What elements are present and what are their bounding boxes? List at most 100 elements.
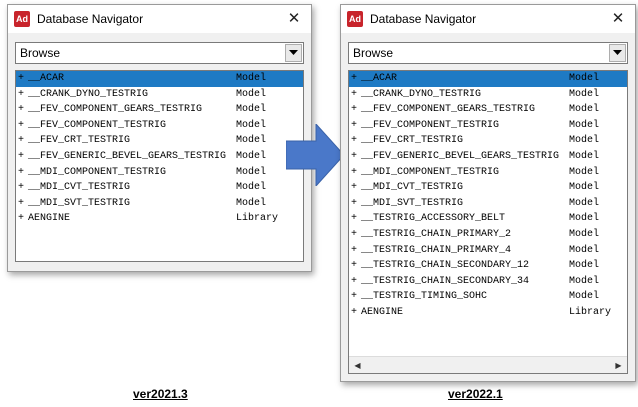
item-name: __ACAR: [28, 73, 65, 84]
list-item[interactable]: + __TESTRIG_TIMING_SOHC Model: [349, 289, 627, 305]
database-list[interactable]: + __ACAR Model + __CRANK_DYNO_TESTRIG Model + _…: [15, 70, 304, 262]
list-item[interactable]: + __CRANK_DYNO_TESTRIG Model: [349, 87, 627, 103]
item-name: AENGINE: [361, 306, 404, 318]
item-type: Model: [569, 166, 600, 178]
item-name: __MDI_SVT_TESTRIG: [361, 197, 464, 209]
list-item[interactable]: + __ACAR Model: [349, 71, 627, 87]
expand-toggle[interactable]: +: [16, 196, 28, 212]
list-item[interactable]: + __TESTRIG_CHAIN_SECONDARY_12 Model: [349, 258, 627, 274]
list-item[interactable]: + AENGINE Library: [16, 211, 303, 227]
item-type: Model: [569, 291, 600, 303]
expand-toggle[interactable]: +: [349, 258, 361, 274]
item-name: __TESTRIG_ACCESSORY_BELT: [361, 213, 506, 225]
list-item[interactable]: + __MDI_SVT_TESTRIG Model: [16, 196, 303, 212]
item-type: Library: [236, 213, 279, 225]
item-name: __ACAR: [361, 73, 398, 84]
expand-toggle[interactable]: +: [349, 71, 361, 87]
list-item[interactable]: + __FEV_COMPONENT_GEARS_TESTRIG Model: [16, 102, 303, 118]
expand-toggle[interactable]: +: [349, 305, 361, 321]
expand-toggle[interactable]: +: [349, 211, 361, 227]
list-item[interactable]: + __FEV_COMPONENT_TESTRIG Model: [16, 118, 303, 134]
title-bar[interactable]: Ad Database Navigator ✕: [8, 5, 311, 33]
chevron-down-icon[interactable]: [609, 44, 626, 62]
scroll-track[interactable]: [366, 357, 610, 374]
item-name: __MDI_SVT_TESTRIG: [28, 197, 131, 209]
expand-toggle[interactable]: +: [349, 289, 361, 305]
item-name: __CRANK_DYNO_TESTRIG: [361, 88, 482, 100]
list-item[interactable]: + __MDI_COMPONENT_TESTRIG Model: [16, 165, 303, 181]
item-name: __TESTRIG_CHAIN_SECONDARY_34: [361, 275, 530, 287]
expand-toggle[interactable]: +: [16, 180, 28, 196]
expand-toggle[interactable]: +: [16, 165, 28, 181]
item-name: __FEV_GENERIC_BEVEL_GEARS_TESTRIG: [28, 150, 227, 162]
expand-toggle[interactable]: +: [16, 149, 28, 165]
expand-toggle[interactable]: +: [349, 87, 361, 103]
database-navigator-window-left: Ad Database Navigator ✕ Browse + __ACAR Mo…: [7, 4, 312, 272]
item-type: Model: [569, 213, 600, 225]
expand-toggle[interactable]: +: [349, 180, 361, 196]
expand-toggle[interactable]: +: [16, 133, 28, 149]
version-caption-right: ver2022.1: [448, 387, 503, 401]
item-type: Model: [569, 135, 600, 147]
item-name: __FEV_CRT_TESTRIG: [28, 135, 131, 147]
list-item[interactable]: + __FEV_CRT_TESTRIG Model: [16, 133, 303, 149]
close-icon[interactable]: ✕: [609, 9, 627, 27]
expand-toggle[interactable]: +: [16, 211, 28, 227]
expand-toggle[interactable]: +: [16, 71, 28, 87]
list-item[interactable]: + __MDI_COMPONENT_TESTRIG Model: [349, 165, 627, 181]
expand-toggle[interactable]: +: [349, 196, 361, 212]
browse-dropdown[interactable]: Browse: [15, 42, 304, 64]
item-type: Model: [236, 88, 267, 100]
expand-toggle[interactable]: +: [349, 165, 361, 181]
list-item[interactable]: + __TESTRIG_CHAIN_PRIMARY_2 Model: [349, 227, 627, 243]
list-item[interactable]: + __TESTRIG_CHAIN_SECONDARY_34 Model: [349, 274, 627, 290]
item-type: Model: [569, 150, 600, 162]
expand-toggle[interactable]: +: [16, 87, 28, 103]
expand-toggle[interactable]: +: [349, 243, 361, 259]
list-item[interactable]: + __TESTRIG_CHAIN_PRIMARY_4 Model: [349, 243, 627, 259]
browse-dropdown[interactable]: Browse: [348, 42, 628, 64]
expand-toggle[interactable]: +: [349, 274, 361, 290]
item-name: __MDI_CVT_TESTRIG: [28, 182, 131, 194]
list-item[interactable]: + __MDI_SVT_TESTRIG Model: [349, 196, 627, 212]
title-bar[interactable]: Ad Database Navigator ✕: [341, 5, 635, 33]
list-item[interactable]: + __FEV_GENERIC_BEVEL_GEARS_TESTRIG Model: [16, 149, 303, 165]
scroll-right-icon[interactable]: ▶: [610, 357, 627, 374]
scroll-left-icon[interactable]: ◀: [349, 357, 366, 374]
horizontal-scrollbar[interactable]: ◀ ▶: [349, 356, 627, 373]
database-list[interactable]: + __ACAR Model + __CRANK_DYNO_TESTRIG Model + _…: [348, 70, 628, 374]
expand-toggle[interactable]: +: [16, 102, 28, 118]
item-type: Model: [569, 88, 600, 100]
expand-toggle[interactable]: +: [349, 118, 361, 134]
list-item[interactable]: + __FEV_COMPONENT_GEARS_TESTRIG Model: [349, 102, 627, 118]
expand-toggle[interactable]: +: [349, 133, 361, 149]
app-logo-icon: Ad: [14, 11, 30, 27]
expand-toggle[interactable]: +: [349, 227, 361, 243]
list-item[interactable]: + AENGINE Library: [349, 305, 627, 321]
list-item[interactable]: + __MDI_CVT_TESTRIG Model: [16, 180, 303, 196]
item-name: __MDI_CVT_TESTRIG: [361, 182, 464, 194]
item-name: __CRANK_DYNO_TESTRIG: [28, 88, 149, 100]
item-name: __FEV_COMPONENT_TESTRIG: [28, 119, 167, 131]
item-name: __FEV_CRT_TESTRIG: [361, 135, 464, 147]
item-type: Model: [236, 104, 267, 116]
close-icon[interactable]: ✕: [285, 9, 303, 27]
item-type: Model: [569, 104, 600, 116]
list-item[interactable]: + __FEV_COMPONENT_TESTRIG Model: [349, 118, 627, 134]
item-name: __TESTRIG_CHAIN_SECONDARY_12: [361, 260, 530, 272]
item-type: Model: [569, 197, 600, 209]
item-type: Model: [569, 275, 600, 287]
expand-toggle[interactable]: +: [349, 102, 361, 118]
list-item[interactable]: + __ACAR Model: [16, 71, 303, 87]
list-item[interactable]: + __MDI_CVT_TESTRIG Model: [349, 180, 627, 196]
window-title: Database Navigator: [37, 12, 144, 26]
expand-toggle[interactable]: +: [349, 149, 361, 165]
list-item[interactable]: + __FEV_GENERIC_BEVEL_GEARS_TESTRIG Model: [349, 149, 627, 165]
chevron-down-icon[interactable]: [285, 44, 302, 62]
list-item[interactable]: + __FEV_CRT_TESTRIG Model: [349, 133, 627, 149]
expand-toggle[interactable]: +: [16, 118, 28, 134]
item-type: Model: [236, 73, 267, 84]
list-item[interactable]: + __CRANK_DYNO_TESTRIG Model: [16, 87, 303, 103]
item-type: Library: [569, 306, 612, 318]
list-item[interactable]: + __TESTRIG_ACCESSORY_BELT Model: [349, 211, 627, 227]
